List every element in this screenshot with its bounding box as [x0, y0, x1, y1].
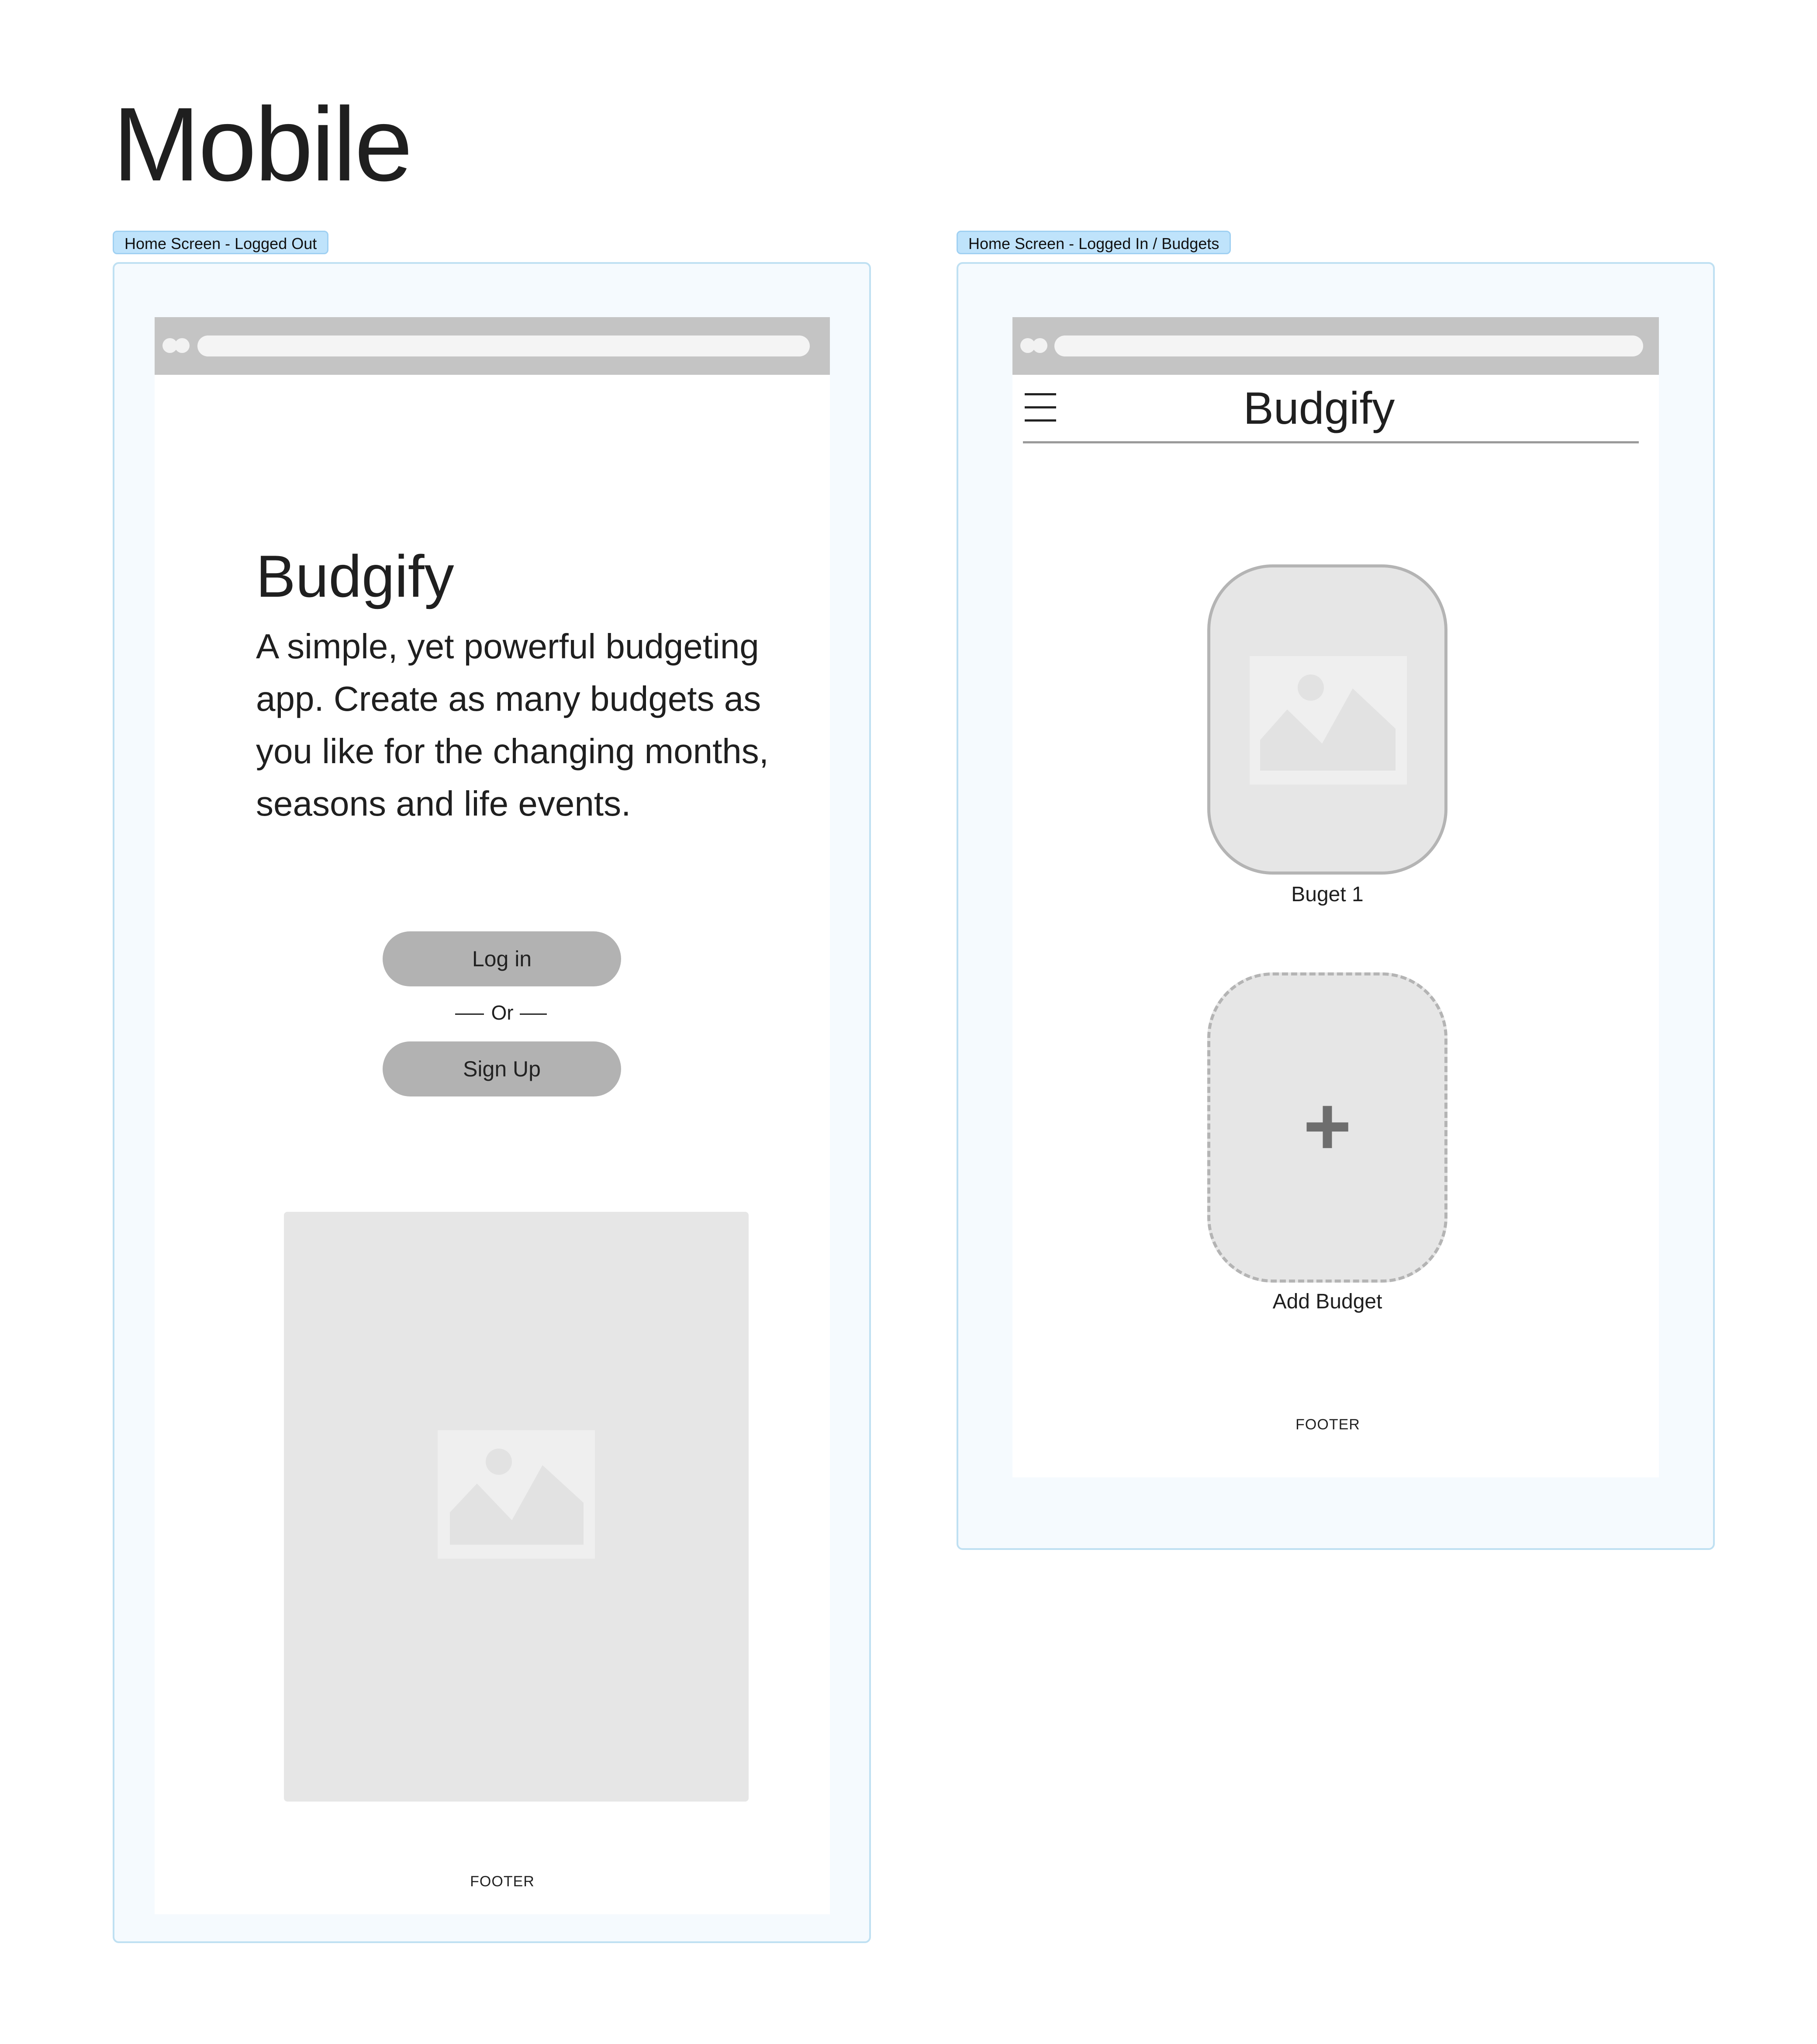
hero-image-placeholder: [284, 1212, 749, 1802]
add-budget-card[interactable]: +: [1207, 972, 1447, 1283]
image-icon: [438, 1430, 595, 1559]
image-icon: [1250, 656, 1407, 785]
menu-line: [1025, 406, 1056, 408]
nav-title: Budgify: [1243, 383, 1395, 434]
login-button[interactable]: Log in: [383, 931, 621, 986]
browser-bar: [1012, 317, 1659, 375]
window-dot: [1033, 338, 1047, 353]
or-label: Or: [491, 1001, 514, 1024]
menu-icon[interactable]: [1025, 393, 1056, 422]
menu-line: [1025, 393, 1056, 395]
frame-tag-logged-out: Home Screen - Logged Out: [113, 231, 329, 254]
menu-line: [1025, 419, 1056, 422]
page-title: Mobile: [113, 86, 413, 203]
hero-title: Budgify: [256, 543, 454, 609]
signup-button[interactable]: Sign Up: [383, 1041, 621, 1096]
add-budget-label: Add Budget: [1272, 1290, 1382, 1313]
budget-label: Buget 1: [1291, 883, 1364, 906]
nav-divider: [1023, 441, 1639, 443]
or-divider: Or: [454, 1000, 550, 1026]
divider-line: [455, 1013, 484, 1015]
address-bar[interactable]: [1054, 335, 1643, 356]
address-bar[interactable]: [197, 335, 810, 356]
plus-icon: +: [1303, 1080, 1352, 1172]
window-dot: [175, 338, 190, 353]
browser-bar: [155, 317, 830, 375]
footer: FOOTER: [1295, 1416, 1360, 1433]
divider-line: [520, 1013, 547, 1015]
footer: FOOTER: [470, 1873, 535, 1890]
hero-description: A simple, yet powerful budgeting app. Cr…: [256, 627, 769, 823]
frame-tag-logged-in: Home Screen - Logged In / Budgets: [957, 231, 1231, 254]
budget-card[interactable]: [1207, 564, 1447, 875]
